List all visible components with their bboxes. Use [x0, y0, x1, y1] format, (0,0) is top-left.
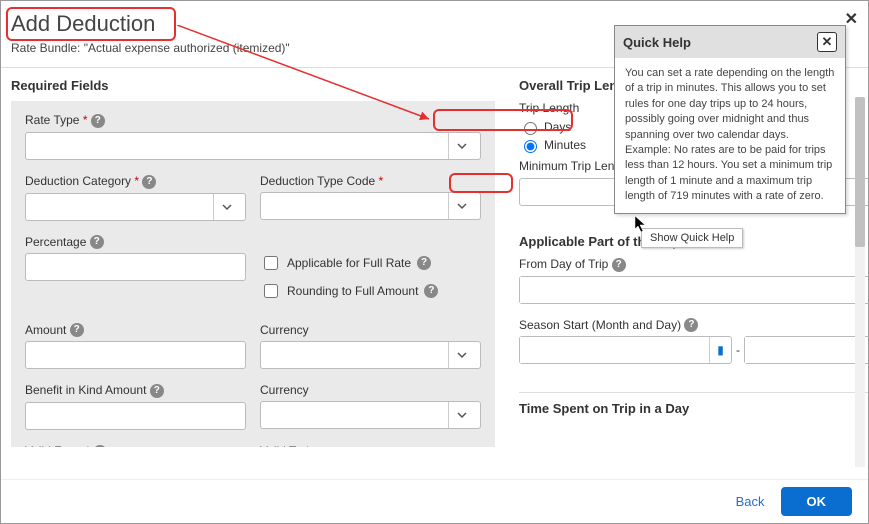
quick-help-close-icon[interactable]: ✕	[817, 32, 837, 52]
chevron-down-icon[interactable]	[448, 133, 474, 159]
back-button[interactable]: Back	[736, 494, 765, 509]
scrollbar-track[interactable]	[855, 97, 865, 467]
separator: -	[732, 336, 744, 364]
currency-input-2[interactable]	[267, 402, 448, 428]
applicable-full-rate-label: Applicable for Full Rate	[287, 256, 411, 270]
valid-from-label: Valid From * ?	[25, 444, 246, 447]
currency-label-1: Currency	[260, 323, 481, 337]
days-label: Days	[544, 120, 571, 134]
help-icon[interactable]: ?	[70, 323, 84, 337]
help-icon[interactable]: ?	[612, 258, 626, 272]
help-icon[interactable]: ?	[91, 114, 105, 128]
season-start-label: Season Start (Month and Day) ?	[519, 318, 868, 333]
percentage-label: Percentage ?	[25, 235, 246, 250]
chevron-down-icon[interactable]	[213, 194, 239, 220]
close-icon[interactable]: ✕	[845, 9, 858, 29]
help-icon[interactable]: ?	[150, 384, 164, 398]
applicable-full-rate-checkbox[interactable]	[264, 256, 278, 270]
required-fields-panel: Rate Type * ? Deduction Category * ?	[11, 101, 495, 447]
currency-combo-2[interactable]	[260, 401, 481, 429]
add-deduction-dialog: ✕ Add Deduction Rate Bundle: "Actual exp…	[0, 0, 869, 524]
time-spent-heading: Time Spent on Trip in a Day	[519, 392, 868, 416]
amount-input[interactable]	[25, 341, 246, 369]
cursor-icon	[634, 215, 648, 236]
chevron-down-icon[interactable]	[448, 342, 474, 368]
quick-help-body: You can set a rate depending on the leng…	[615, 58, 845, 213]
help-icon[interactable]: ?	[424, 284, 438, 298]
days-radio[interactable]	[524, 122, 537, 135]
benefit-in-kind-input[interactable]	[25, 402, 246, 430]
from-day-label: From Day of Trip ?	[519, 257, 868, 272]
minutes-radio[interactable]	[524, 140, 537, 153]
rounding-full-label: Rounding to Full Amount	[287, 284, 418, 298]
dialog-footer: Back OK	[1, 479, 868, 523]
minutes-label: Minutes	[544, 138, 586, 152]
percentage-input[interactable]	[25, 253, 246, 281]
season-start-month[interactable]: ▮	[519, 336, 732, 364]
currency-input-1[interactable]	[267, 342, 448, 368]
tooltip-show-quick-help: Show Quick Help	[641, 228, 743, 248]
date-picker-icon[interactable]: ▮	[709, 337, 731, 363]
help-icon[interactable]: ?	[684, 318, 698, 332]
help-icon[interactable]: ?	[142, 175, 156, 189]
deduction-type-code-label: Deduction Type Code *	[260, 174, 481, 188]
required-fields-heading: Required Fields	[11, 78, 495, 93]
rate-type-combo[interactable]	[25, 132, 481, 160]
rate-type-input[interactable]	[32, 133, 448, 159]
currency-label-2: Currency	[260, 383, 481, 397]
quick-help-title: Quick Help	[623, 35, 691, 50]
from-day-input[interactable]: ▮	[519, 276, 868, 304]
ok-button[interactable]: OK	[781, 487, 853, 516]
required-fields-column: Required Fields Rate Type * ? De	[11, 68, 495, 447]
deduction-category-combo[interactable]	[25, 193, 246, 221]
valid-to-label: Valid To *	[260, 444, 481, 447]
amount-label: Amount ?	[25, 323, 246, 338]
deduction-category-input[interactable]	[32, 194, 213, 220]
deduction-type-code-combo[interactable]	[260, 192, 481, 220]
benefit-in-kind-label: Benefit in Kind Amount ?	[25, 383, 246, 398]
deduction-type-code-input[interactable]	[267, 193, 448, 219]
scrollbar-thumb[interactable]	[855, 97, 865, 247]
season-start-day[interactable]: ▮	[744, 336, 868, 364]
chevron-down-icon[interactable]	[448, 193, 474, 219]
help-icon[interactable]: ?	[417, 256, 431, 270]
help-icon[interactable]: ?	[90, 235, 104, 249]
rate-type-label: Rate Type * ?	[25, 113, 481, 128]
rounding-full-checkbox[interactable]	[264, 284, 278, 298]
chevron-down-icon[interactable]	[448, 402, 474, 428]
deduction-category-label: Deduction Category * ?	[25, 174, 246, 189]
currency-combo-1[interactable]	[260, 341, 481, 369]
help-icon[interactable]: ?	[93, 445, 107, 447]
quick-help-popup: Quick Help ✕ You can set a rate dependin…	[614, 25, 846, 214]
